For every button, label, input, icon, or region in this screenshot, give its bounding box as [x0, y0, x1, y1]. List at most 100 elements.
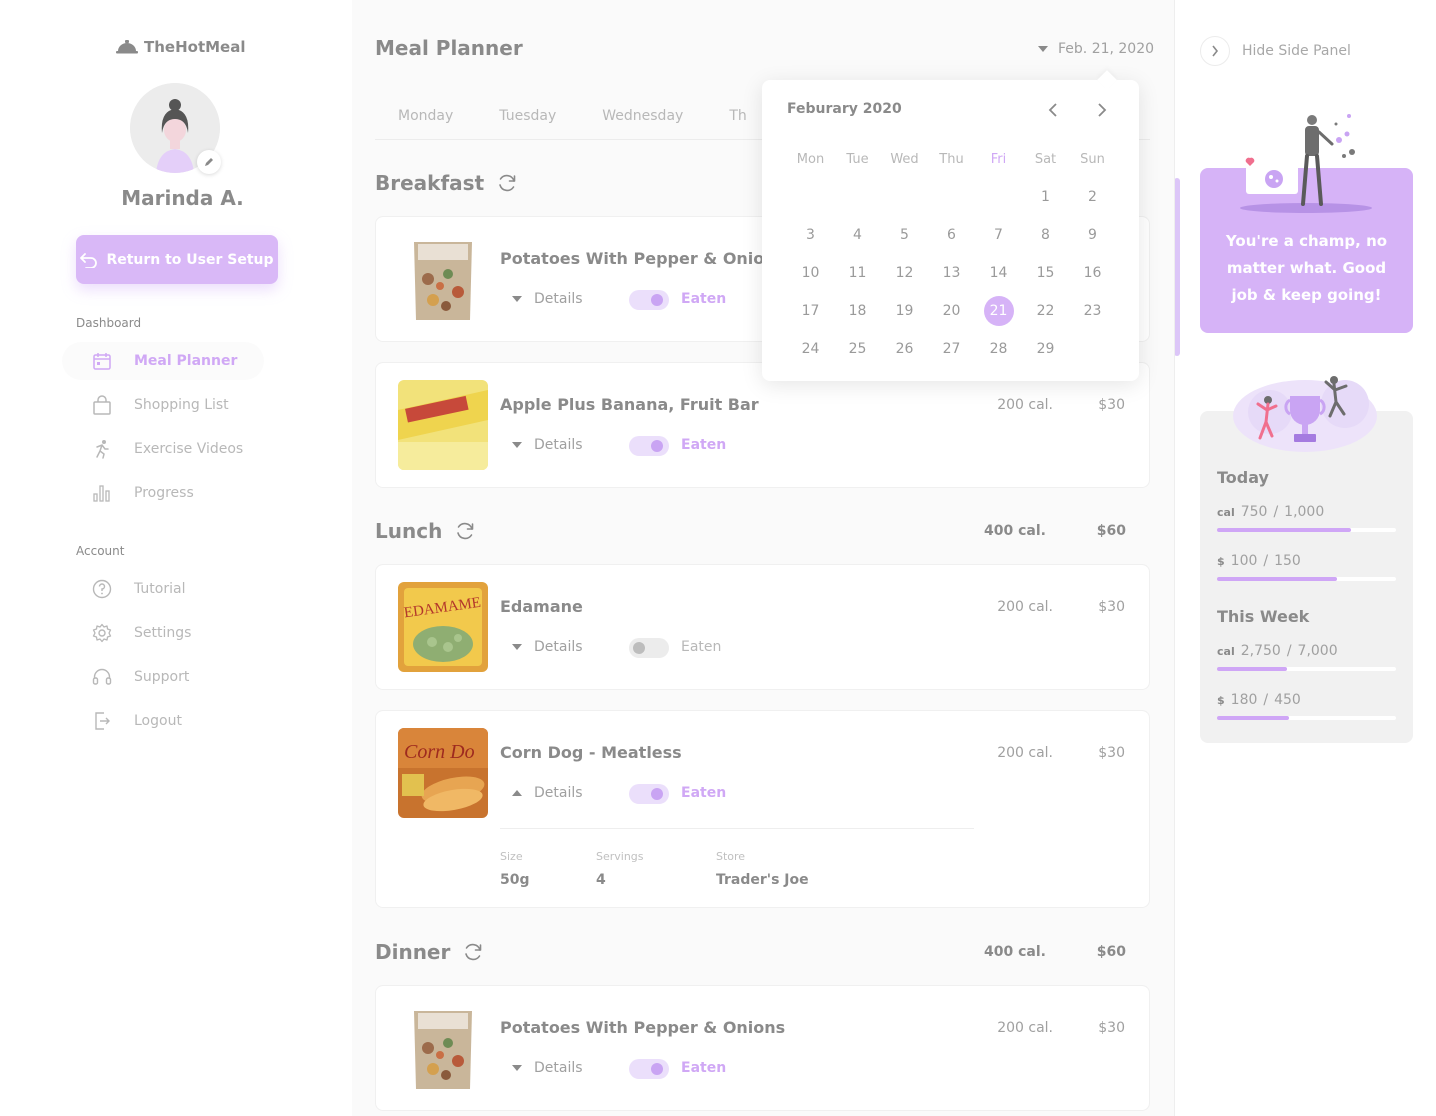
- meal-total-price: $60: [1096, 523, 1126, 539]
- calendar-day[interactable]: 12: [881, 254, 928, 292]
- food-calories: 200 cal.: [997, 745, 1053, 761]
- gear-icon: [92, 623, 112, 643]
- detail-key: Store: [716, 850, 746, 863]
- refresh-icon[interactable]: [496, 172, 518, 194]
- calendar-day[interactable]: 18: [834, 292, 881, 330]
- calendar-day[interactable]: 21: [975, 292, 1022, 330]
- sidebar-item-tutorial[interactable]: Tutorial: [62, 570, 264, 608]
- eaten-toggle[interactable]: [629, 290, 669, 310]
- food-price: $30: [1098, 599, 1125, 615]
- details-toggle[interactable]: Details: [512, 785, 583, 801]
- stat-separator: /: [1263, 553, 1269, 569]
- sidebar-item-shopping-list[interactable]: Shopping List: [62, 386, 264, 424]
- calendar-day[interactable]: 15: [1022, 254, 1069, 292]
- tab-wednesday[interactable]: Wednesday: [579, 96, 706, 139]
- food-price: $30: [1098, 1020, 1125, 1036]
- calendar-day[interactable]: 23: [1069, 292, 1116, 330]
- calendar-day[interactable]: 9: [1069, 216, 1116, 254]
- weekday-header: Wed: [890, 151, 919, 167]
- sidebar-item-label: Logout: [134, 713, 182, 729]
- details-toggle[interactable]: Details: [512, 291, 583, 307]
- meal-total-calories: 400 cal.: [984, 523, 1046, 539]
- undo-icon: [80, 252, 98, 268]
- next-month-button[interactable]: [1090, 98, 1114, 122]
- sidebar-item-support[interactable]: Support: [62, 658, 264, 696]
- tab-monday[interactable]: Monday: [375, 96, 476, 139]
- detail-value: 4: [596, 872, 606, 888]
- tab-tuesday[interactable]: Tuesday: [476, 96, 579, 139]
- return-to-user-setup-button[interactable]: Return to User Setup: [76, 235, 278, 284]
- sidebar-item-label: Settings: [134, 625, 192, 641]
- calendar-day[interactable]: 14: [975, 254, 1022, 292]
- calendar-day[interactable]: 11: [834, 254, 881, 292]
- calendar-day[interactable]: 6: [928, 216, 975, 254]
- food-name: Potatoes With Pepper & Onions: [500, 249, 786, 268]
- details-toggle[interactable]: Details: [512, 639, 583, 655]
- eaten-toggle[interactable]: [629, 784, 669, 804]
- date-select[interactable]: Feb. 21, 2020: [1038, 41, 1154, 57]
- calendar-day[interactable]: 10: [787, 254, 834, 292]
- refresh-icon[interactable]: [462, 941, 484, 963]
- stat-unit: $: [1217, 555, 1225, 568]
- chevron-right-icon: [1098, 103, 1107, 117]
- calendar-day[interactable]: 29: [1022, 330, 1069, 368]
- sidebar-item-logout[interactable]: Logout: [62, 702, 264, 740]
- eaten-toggle[interactable]: [629, 638, 669, 658]
- calendar-day[interactable]: 1: [1022, 178, 1069, 216]
- edit-avatar-button[interactable]: [197, 150, 221, 174]
- sidebar-item-label: Exercise Videos: [134, 441, 244, 457]
- sidebar-item-meal-planner[interactable]: Meal Planner: [62, 342, 264, 380]
- calendar-day[interactable]: 25: [834, 330, 881, 368]
- calendar-day[interactable]: 3: [787, 216, 834, 254]
- calendar-empty-cell: [975, 178, 1022, 216]
- weekday-header: Tue: [846, 151, 869, 167]
- meal-name: Dinner: [375, 940, 451, 964]
- previous-month-button[interactable]: [1041, 98, 1065, 122]
- hide-side-panel-button[interactable]: Hide Side Panel: [1200, 36, 1351, 66]
- brand-logo[interactable]: TheHotMeal: [116, 38, 245, 56]
- week-calories-progress-bar: [1217, 667, 1396, 671]
- date-picker-popup: Feburary 2020 Mon Tue Wed Thu Fri Sat Sun 1 2 3 4 5…: [762, 80, 1139, 381]
- sidebar-item-settings[interactable]: Settings: [62, 614, 264, 652]
- calendar-day[interactable]: 20: [928, 292, 975, 330]
- sidebar-item-progress[interactable]: Progress: [62, 474, 264, 512]
- sidebar-item-label: Shopping List: [134, 397, 229, 413]
- calendar-empty-cell: [928, 178, 975, 216]
- calendar-day[interactable]: 17: [787, 292, 834, 330]
- details-toggle[interactable]: Details: [512, 437, 583, 453]
- calendar-empty-cell: [834, 178, 881, 216]
- food-name: Apple Plus Banana, Fruit Bar: [500, 395, 759, 414]
- eaten-label: Eaten: [681, 1060, 727, 1076]
- calendar-day[interactable]: 7: [975, 216, 1022, 254]
- calendar-day[interactable]: 19: [881, 292, 928, 330]
- week-heading: This Week: [1217, 607, 1310, 626]
- food-calories: 200 cal.: [997, 397, 1053, 413]
- calendar-day[interactable]: 13: [928, 254, 975, 292]
- calendar-day[interactable]: 24: [787, 330, 834, 368]
- sidebar-item-exercise-videos[interactable]: Exercise Videos: [62, 430, 264, 468]
- calendar-day[interactable]: 28: [975, 330, 1022, 368]
- detail-value: Trader's Joe: [716, 872, 809, 888]
- details-toggle[interactable]: Details: [512, 1060, 583, 1076]
- eaten-toggle[interactable]: [629, 1059, 669, 1079]
- calendar-day[interactable]: 27: [928, 330, 975, 368]
- calendar-day[interactable]: 4: [834, 216, 881, 254]
- calendar-day[interactable]: 26: [881, 330, 928, 368]
- stat-separator: /: [1286, 643, 1292, 659]
- eaten-toggle[interactable]: [629, 436, 669, 456]
- calendar-day[interactable]: 2: [1069, 178, 1116, 216]
- cloche-icon: [116, 40, 138, 54]
- detail-size: Size 50g: [500, 850, 530, 888]
- calendar-day[interactable]: 5: [881, 216, 928, 254]
- calendar-day[interactable]: 22: [1022, 292, 1069, 330]
- calendar-day[interactable]: 8: [1022, 216, 1069, 254]
- tab-thursday[interactable]: Th: [706, 96, 769, 139]
- caret-down-icon: [1038, 46, 1048, 52]
- caret-down-icon: [512, 1065, 522, 1071]
- calendar-day[interactable]: 16: [1069, 254, 1116, 292]
- dashboard-section-label: Dashboard: [76, 316, 142, 330]
- chevron-right-icon: [1200, 36, 1230, 66]
- running-icon: [92, 439, 112, 459]
- week-budget: $ 180 / 450: [1217, 692, 1301, 708]
- refresh-icon[interactable]: [454, 520, 476, 542]
